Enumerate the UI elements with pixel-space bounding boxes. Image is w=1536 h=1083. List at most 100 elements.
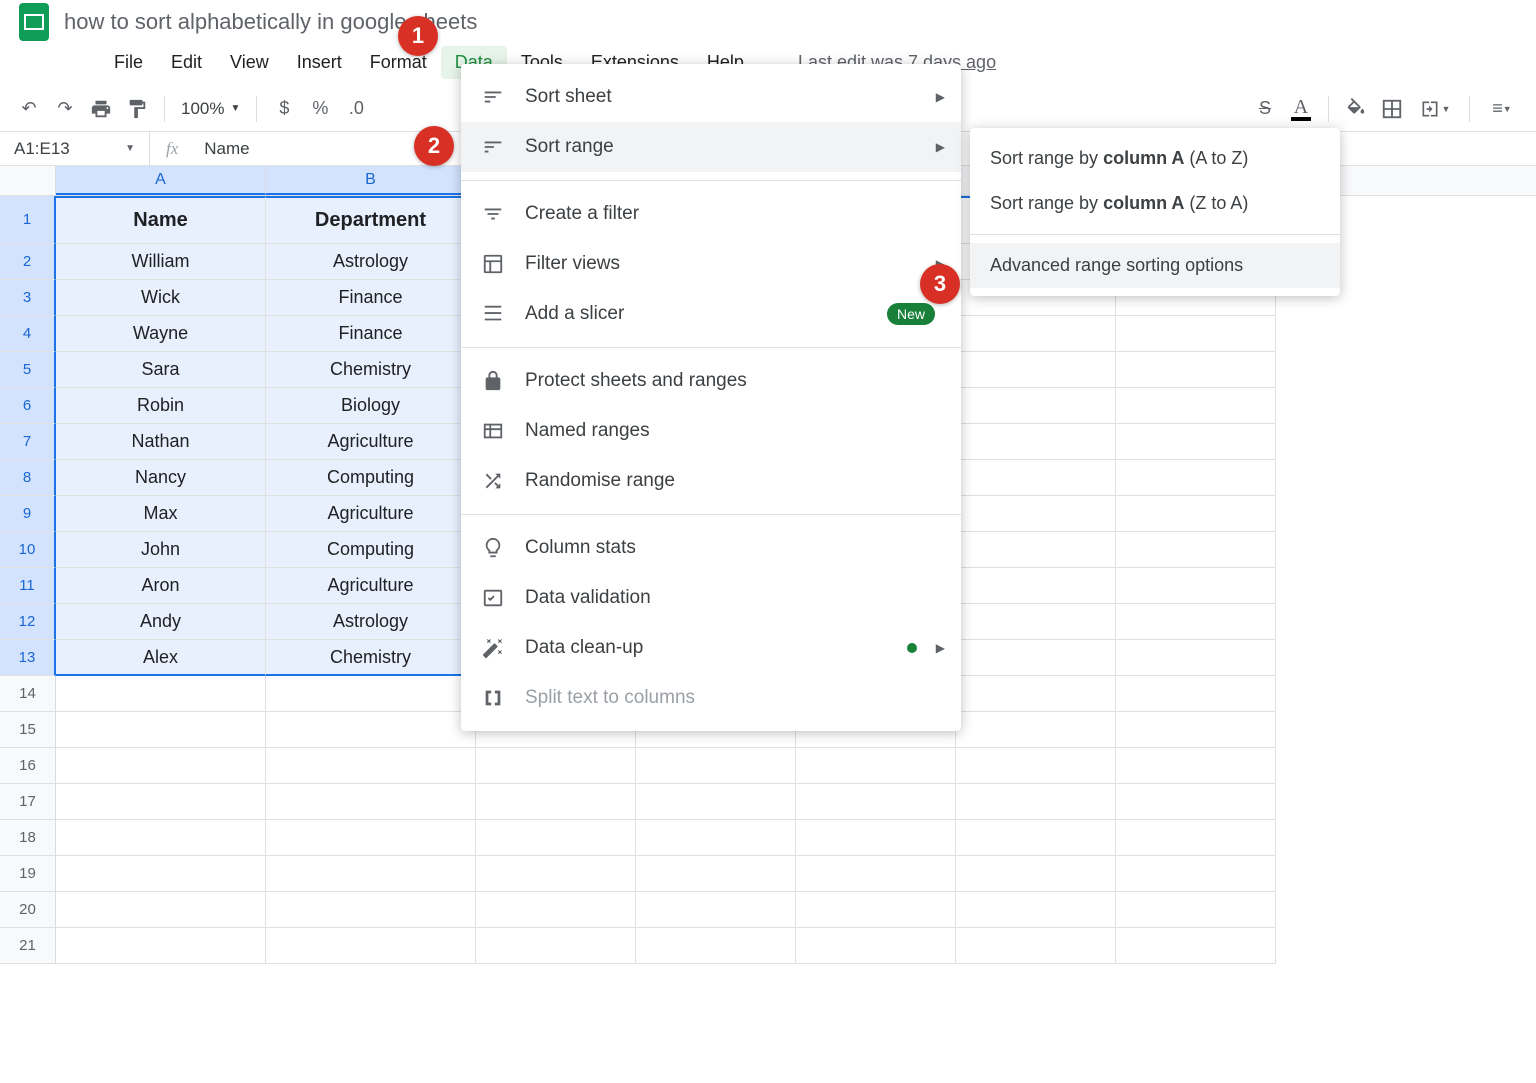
cell[interactable] — [476, 820, 636, 856]
cell[interactable] — [956, 928, 1116, 964]
menu-data-validation[interactable]: Data validation — [461, 573, 961, 623]
row-header[interactable]: 21 — [0, 928, 56, 964]
row-header[interactable]: 2 — [0, 244, 56, 280]
menu-sort-range[interactable]: Sort range▶ — [461, 122, 961, 172]
cell[interactable] — [956, 460, 1116, 496]
sheets-logo[interactable] — [12, 0, 56, 44]
cell[interactable]: Chemistry — [266, 640, 476, 676]
cell[interactable] — [1116, 388, 1276, 424]
cell[interactable]: Agriculture — [266, 424, 476, 460]
fill-color-button[interactable] — [1339, 92, 1373, 126]
menu-file[interactable]: File — [100, 46, 157, 79]
merge-cells-button[interactable]: ▼ — [1411, 92, 1459, 126]
cell[interactable]: Biology — [266, 388, 476, 424]
cell[interactable]: Andy — [56, 604, 266, 640]
cell[interactable] — [796, 748, 956, 784]
cell[interactable] — [1116, 784, 1276, 820]
submenu-sort-az[interactable]: Sort range by column A (A to Z) — [970, 136, 1340, 181]
cell[interactable] — [1116, 676, 1276, 712]
row-header[interactable]: 3 — [0, 280, 56, 316]
menu-sort-sheet[interactable]: Sort sheet▶ — [461, 72, 961, 122]
cell[interactable] — [1116, 604, 1276, 640]
cell[interactable] — [956, 676, 1116, 712]
menu-view[interactable]: View — [216, 46, 283, 79]
cell[interactable]: Astrology — [266, 604, 476, 640]
cell[interactable] — [636, 892, 796, 928]
cell[interactable] — [476, 928, 636, 964]
cell[interactable] — [266, 712, 476, 748]
row-header[interactable]: 12 — [0, 604, 56, 640]
cell[interactable] — [1116, 568, 1276, 604]
cell[interactable]: Name — [56, 196, 266, 244]
cell[interactable]: Astrology — [266, 244, 476, 280]
cell[interactable] — [266, 676, 476, 712]
cell[interactable] — [56, 712, 266, 748]
cell[interactable] — [476, 748, 636, 784]
cell[interactable] — [1116, 352, 1276, 388]
cell[interactable] — [1116, 532, 1276, 568]
cell[interactable] — [1116, 892, 1276, 928]
cell[interactable] — [476, 892, 636, 928]
currency-button[interactable]: $ — [267, 92, 301, 126]
cell[interactable]: William — [56, 244, 266, 280]
cell[interactable] — [956, 352, 1116, 388]
cell[interactable]: John — [56, 532, 266, 568]
cell[interactable] — [476, 784, 636, 820]
cell[interactable]: Agriculture — [266, 496, 476, 532]
print-button[interactable] — [84, 92, 118, 126]
cell[interactable]: Nancy — [56, 460, 266, 496]
name-box[interactable]: A1:E13▼ — [0, 132, 150, 165]
row-header[interactable]: 14 — [0, 676, 56, 712]
cell[interactable] — [796, 784, 956, 820]
cell[interactable] — [636, 748, 796, 784]
cell[interactable] — [56, 928, 266, 964]
zoom-dropdown[interactable]: 100% ▼ — [175, 99, 246, 119]
cell[interactable]: Alex — [56, 640, 266, 676]
cell[interactable] — [56, 820, 266, 856]
paint-format-button[interactable] — [120, 92, 154, 126]
cell[interactable] — [796, 892, 956, 928]
menu-randomise-range[interactable]: Randomise range — [461, 456, 961, 506]
submenu-advanced-sort[interactable]: Advanced range sorting options — [970, 243, 1340, 288]
cell[interactable]: Agriculture — [266, 568, 476, 604]
cell[interactable] — [1116, 460, 1276, 496]
cell[interactable] — [956, 892, 1116, 928]
cell[interactable] — [796, 928, 956, 964]
row-header[interactable]: 20 — [0, 892, 56, 928]
cell[interactable] — [1116, 928, 1276, 964]
cell[interactable] — [956, 424, 1116, 460]
cell[interactable] — [796, 856, 956, 892]
borders-button[interactable] — [1375, 92, 1409, 126]
cell[interactable] — [266, 892, 476, 928]
percent-button[interactable]: % — [303, 92, 337, 126]
row-header[interactable]: 19 — [0, 856, 56, 892]
cell[interactable] — [1116, 640, 1276, 676]
cell[interactable]: Chemistry — [266, 352, 476, 388]
cell[interactable] — [956, 640, 1116, 676]
cell[interactable] — [956, 604, 1116, 640]
cell[interactable] — [476, 856, 636, 892]
cell[interactable]: Computing — [266, 460, 476, 496]
row-header[interactable]: 10 — [0, 532, 56, 568]
cell[interactable]: Max — [56, 496, 266, 532]
row-header[interactable]: 1 — [0, 196, 56, 244]
cell[interactable]: Nathan — [56, 424, 266, 460]
column-header-B[interactable]: B — [266, 166, 476, 195]
cell[interactable] — [956, 784, 1116, 820]
menu-add-slicer[interactable]: Add a slicer New — [461, 289, 961, 339]
cell[interactable]: Finance — [266, 280, 476, 316]
cell[interactable] — [636, 856, 796, 892]
cell[interactable] — [56, 892, 266, 928]
cell[interactable]: Wayne — [56, 316, 266, 352]
cell[interactable] — [56, 784, 266, 820]
cell[interactable]: Wick — [56, 280, 266, 316]
menu-named-ranges[interactable]: Named ranges — [461, 406, 961, 456]
cell[interactable]: Computing — [266, 532, 476, 568]
row-header[interactable]: 4 — [0, 316, 56, 352]
cell[interactable] — [266, 928, 476, 964]
row-header[interactable]: 6 — [0, 388, 56, 424]
cell[interactable] — [56, 676, 266, 712]
cell[interactable] — [1116, 496, 1276, 532]
menu-protect-sheets[interactable]: Protect sheets and ranges — [461, 356, 961, 406]
cell[interactable] — [1116, 820, 1276, 856]
